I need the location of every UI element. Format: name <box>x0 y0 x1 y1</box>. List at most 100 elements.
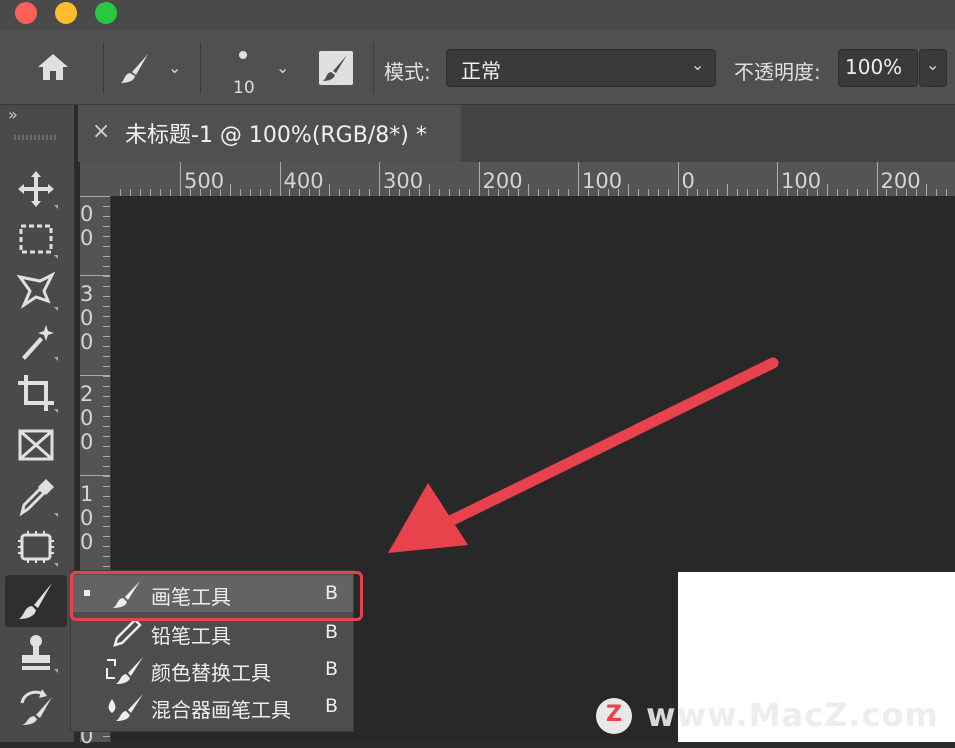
ruler-minor-tick <box>170 189 172 196</box>
brush-tool-icon <box>19 583 52 619</box>
annotation-arrow <box>388 357 779 553</box>
ruler-minor-tick <box>103 336 110 337</box>
ruler-minor-tick <box>103 346 110 347</box>
brush-settings-panel-icon[interactable] <box>318 50 354 86</box>
move-tool-icon[interactable] <box>14 167 58 211</box>
ruler-minor-tick <box>448 189 450 196</box>
lasso-tool-icon[interactable] <box>14 269 58 313</box>
clone-stamp-tool-icon[interactable] <box>14 631 58 675</box>
tab-close-icon[interactable]: × <box>92 119 110 144</box>
ruler-minor-tick <box>103 526 110 527</box>
ruler-minor-tick <box>229 184 231 196</box>
mode-select-value: 正常 <box>461 59 501 83</box>
home-icon[interactable] <box>36 52 70 82</box>
ruler-minor-tick <box>627 184 629 196</box>
ruler-label-digit: 0 <box>80 202 94 226</box>
panel-grip[interactable] <box>14 135 58 140</box>
crop-tool-icon[interactable] <box>14 371 58 415</box>
ruler-minor-tick <box>103 226 110 227</box>
ruler-label-digit: 0 <box>80 406 94 430</box>
ruler-minor-tick <box>657 189 659 196</box>
ruler-minor-tick <box>727 184 729 196</box>
ruler-minor-tick <box>289 189 291 196</box>
ruler-minor-tick <box>103 206 110 207</box>
ruler-minor-tick <box>936 189 938 196</box>
ruler-minor-tick <box>103 306 110 307</box>
brush-tip-icon[interactable] <box>236 48 250 62</box>
opacity-label: 不透明度: <box>734 60 821 84</box>
ruler-minor-tick <box>103 456 110 457</box>
rectangular-marquee-tool-icon[interactable] <box>14 217 58 261</box>
ruler-minor-tick <box>130 189 132 196</box>
ruler-minor-tick <box>647 189 649 196</box>
ruler-minor-tick <box>786 189 788 196</box>
mode-select[interactable]: 正常 ⌄ <box>446 49 716 87</box>
ruler-minor-tick <box>518 189 520 196</box>
ruler-minor-tick <box>737 189 739 196</box>
ruler-minor-tick <box>508 189 510 196</box>
ruler-minor-tick <box>103 256 110 257</box>
ruler-minor-tick <box>103 486 110 487</box>
brush-preset-chevron-icon[interactable]: ⌄ <box>168 58 181 77</box>
annotation-highlight-box <box>70 571 363 621</box>
ruler-minor-tick <box>587 189 589 196</box>
ruler-label-digit: 0 <box>80 330 94 354</box>
ruler-minor-tick <box>219 189 221 196</box>
ruler-minor-tick <box>767 189 769 196</box>
options-bar: ⌄ 10 ⌄ 模式: 正常 ⌄ 不透明度: 100% ⌄ <box>0 30 955 105</box>
brush-tool-button[interactable] <box>5 575 67 627</box>
flyout-item-mixer-brush[interactable]: 混合器画笔工具 B <box>71 688 353 725</box>
ruler-minor-tick <box>209 189 211 196</box>
zoom-window-button[interactable] <box>95 2 117 24</box>
flyout-item-color-replacement[interactable]: 颜色替换工具 B <box>71 651 353 688</box>
ruler-minor-tick <box>103 516 110 517</box>
ruler-label-digit: 1 <box>80 482 94 506</box>
tools-panel: » <box>0 105 74 742</box>
ruler-major-tick <box>279 162 281 196</box>
ruler-minor-tick <box>468 189 470 196</box>
patch-tool-icon[interactable] <box>14 525 58 569</box>
ruler-minor-tick <box>103 426 110 427</box>
magic-wand-tool-icon[interactable] <box>14 319 58 363</box>
ruler-minor-tick <box>299 189 301 196</box>
ruler-label-digit: 0 <box>80 306 94 330</box>
horizontal-ruler: 500 400 300 200 100 0 100 200 <box>80 162 955 197</box>
watermark-text: www.MacZ.com <box>646 696 939 734</box>
ruler-minor-tick <box>388 189 390 196</box>
document-tab[interactable]: × 未标题-1 @ 100%(RGB/8*) * <box>78 105 461 162</box>
ruler-minor-tick <box>103 566 110 567</box>
opacity-input[interactable]: 100% <box>838 49 918 87</box>
ruler-major-tick <box>379 162 380 196</box>
ruler-minor-tick <box>359 189 361 196</box>
ruler-minor-tick <box>349 189 351 196</box>
ruler-minor-tick <box>637 189 639 196</box>
brush-size-chevron-icon[interactable]: ⌄ <box>276 58 289 77</box>
ruler-minor-tick <box>916 189 918 196</box>
ruler-minor-tick <box>103 366 110 367</box>
ruler-major-tick <box>777 162 778 196</box>
ruler-label-digit: 0 <box>80 530 94 554</box>
pencil-icon <box>113 618 142 647</box>
ruler-minor-tick <box>103 476 110 477</box>
close-window-button[interactable] <box>15 2 37 24</box>
mixer-brush-icon <box>108 694 143 721</box>
ruler-minor-tick <box>528 184 530 196</box>
ruler-minor-tick <box>103 286 110 287</box>
ruler-major-tick <box>478 162 480 196</box>
ruler-minor-tick <box>103 296 110 297</box>
document-tab-bar: × 未标题-1 @ 100%(RGB/8*) * <box>78 105 955 162</box>
ruler-minor-tick <box>846 189 848 196</box>
ruler-minor-tick <box>826 184 828 196</box>
ruler-minor-tick <box>103 356 110 357</box>
flyout-item-label: 混合器画笔工具 <box>151 698 291 722</box>
minimize-window-button[interactable] <box>55 2 77 24</box>
panel-collapse-icon[interactable]: » <box>8 105 18 124</box>
ruler-minor-tick <box>103 736 110 737</box>
history-brush-tool-icon[interactable] <box>14 683 58 727</box>
ruler-minor-tick <box>558 189 560 196</box>
ruler-minor-tick <box>697 189 699 196</box>
opacity-dropdown-button[interactable]: ⌄ <box>919 49 947 87</box>
frame-tool-icon[interactable] <box>14 423 58 467</box>
brush-preset-icon[interactable] <box>118 50 154 86</box>
eyedropper-tool-icon[interactable] <box>14 475 58 519</box>
